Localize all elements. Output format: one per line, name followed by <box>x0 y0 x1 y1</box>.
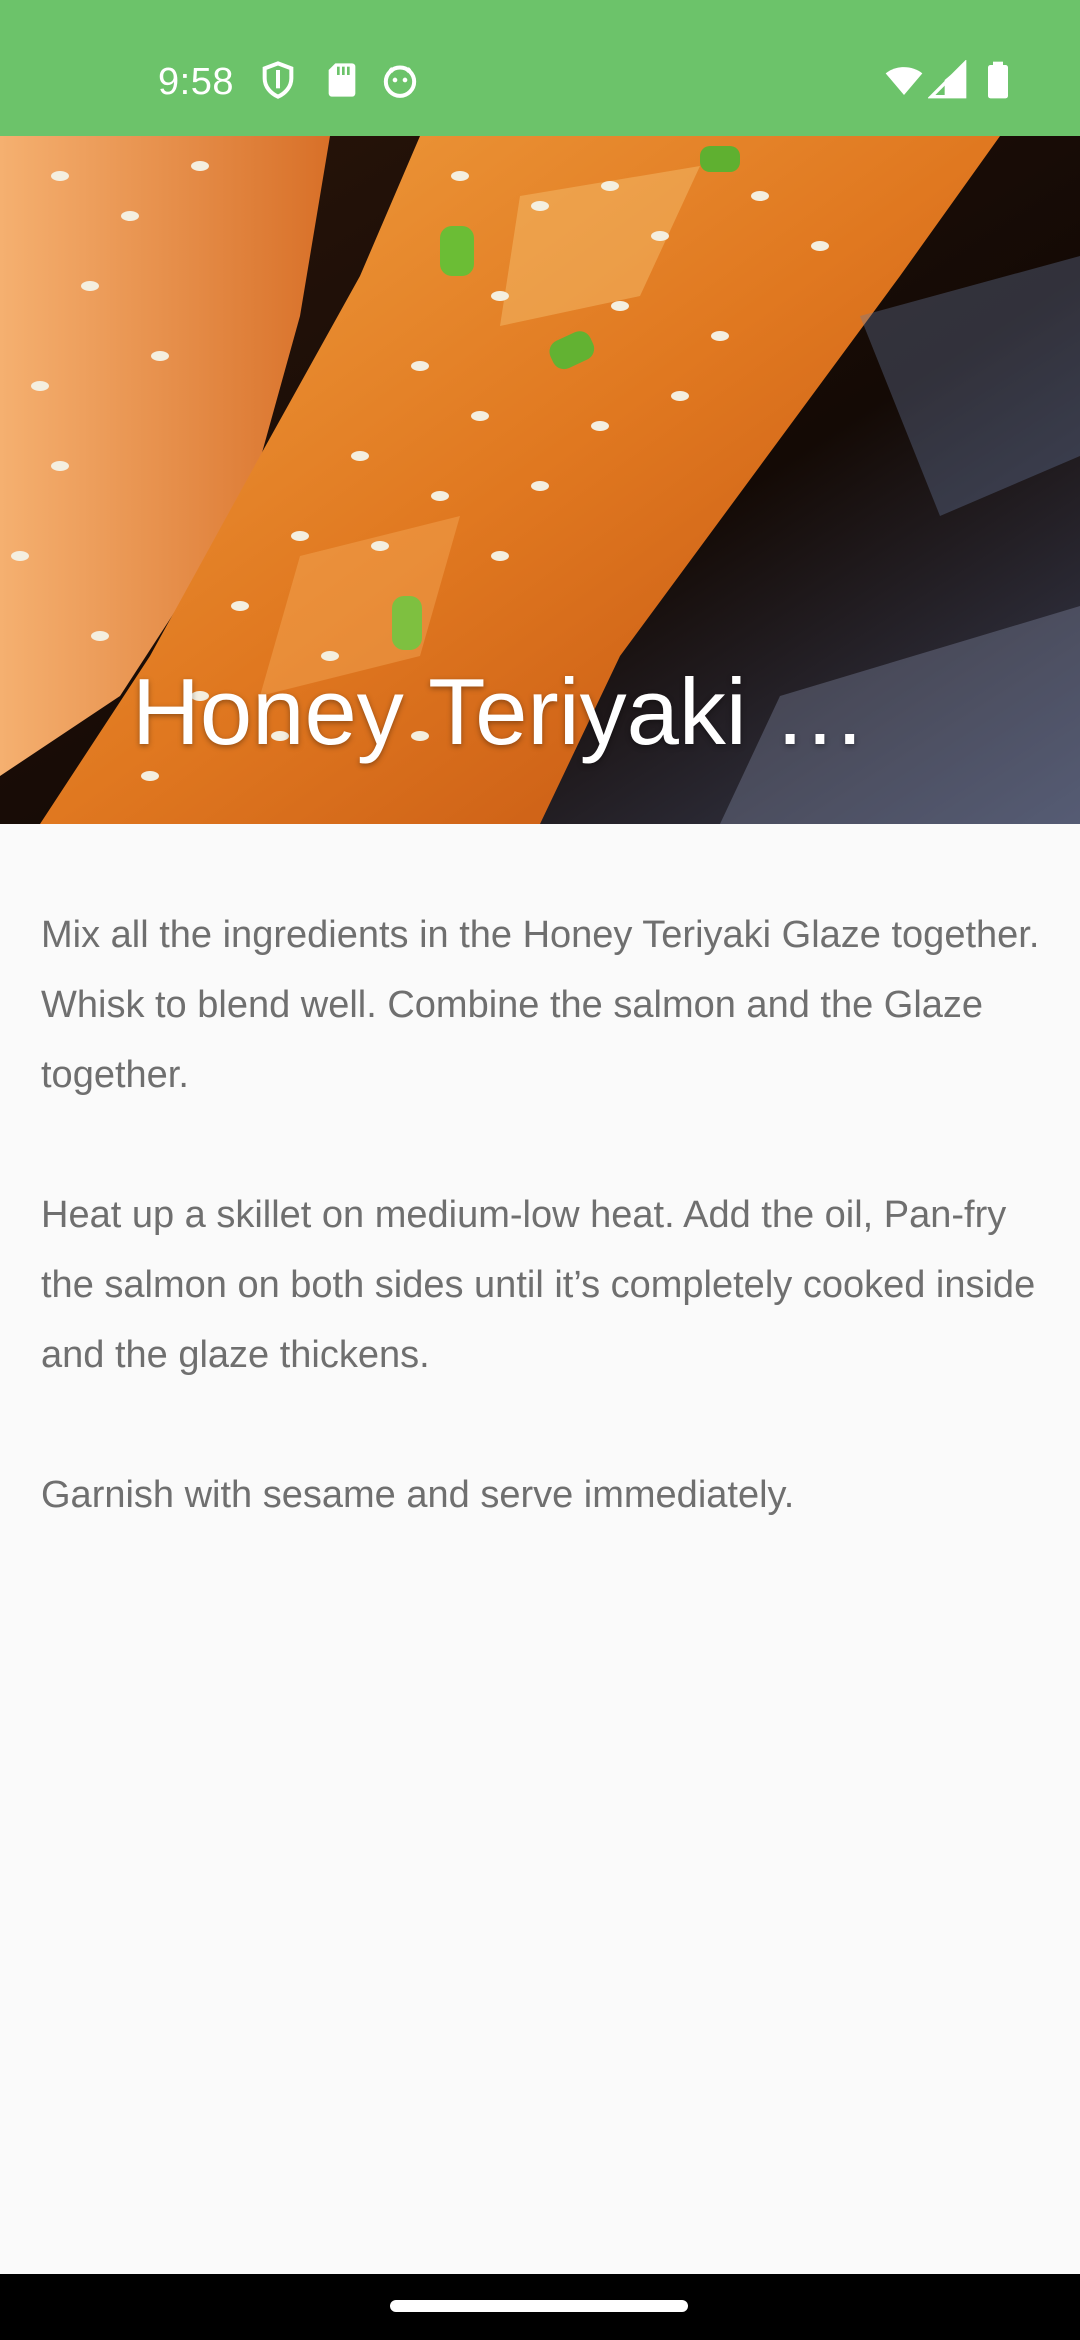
instruction-step: Garnish with sesame and serve immediatel… <box>41 1474 795 1516</box>
sd-card-icon <box>322 60 362 100</box>
android-face-icon <box>380 60 420 100</box>
recipe-hero-image: Honey Teriyaki S… <box>0 136 1080 824</box>
shield-icon <box>258 60 298 100</box>
instruction-step: Heat up a skillet on medium-low heat. Ad… <box>41 1194 1036 1376</box>
recipe-title: Honey Teriyaki S… <box>132 659 892 764</box>
wifi-icon <box>882 60 926 100</box>
battery-icon <box>978 60 1018 100</box>
status-bar: 9:58 <box>0 0 1080 136</box>
cell-signal-icon <box>928 60 968 100</box>
recipe-detail-screen: 9:58 Honey Teriyaki S… Mix all the ingre… <box>0 0 1080 2340</box>
home-gesture-pill[interactable] <box>390 2300 688 2312</box>
status-time: 9:58 <box>158 61 234 103</box>
instruction-step: Mix all the ingredients in the Honey Ter… <box>41 914 1040 1096</box>
recipe-instructions: Mix all the ingredients in the Honey Ter… <box>41 900 1046 1600</box>
